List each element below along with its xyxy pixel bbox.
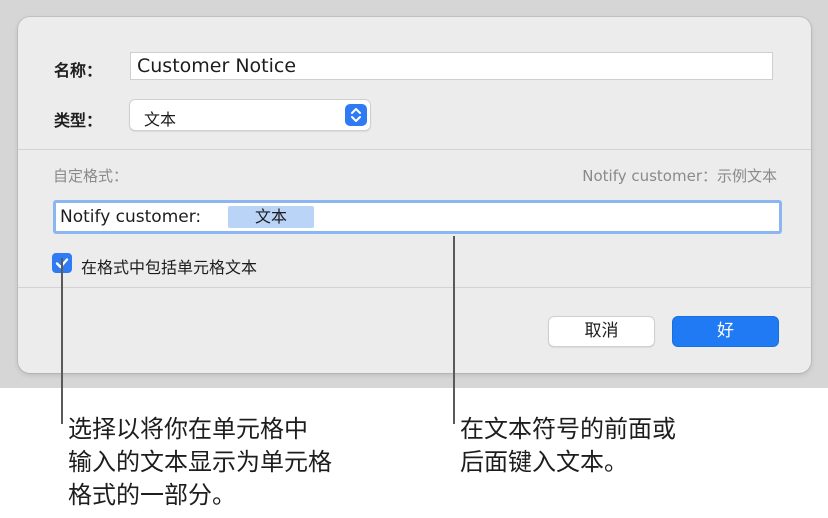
chevron-up-down-icon <box>345 104 367 126</box>
format-preview: Notify customer：示例文本 <box>582 167 777 185</box>
callout-format-line2: 后面键入文本。 <box>460 448 628 476</box>
format-prefix-text: Notify customer: <box>60 207 202 227</box>
footer-divider <box>18 287 811 288</box>
callout-checkbox-line1: 选择以将你在单元格中 <box>68 415 308 443</box>
callout-checkbox: 选择以将你在单元格中 输入的文本显示为单元格 格式的一部分。 <box>68 413 332 512</box>
callout-line-checkbox <box>61 258 63 424</box>
callout-checkbox-line2: 输入的文本显示为单元格 <box>68 448 332 476</box>
text-token[interactable]: 文本 <box>228 206 314 228</box>
type-select[interactable]: 文本 <box>129 99 371 131</box>
custom-format-field[interactable]: Notify customer: 文本 <box>53 200 782 234</box>
callout-format-line1: 在文本符号的前面或 <box>460 415 676 443</box>
cancel-button[interactable]: 取消 <box>548 316 655 347</box>
type-label: 类型： <box>54 111 103 130</box>
custom-format-label: 自定格式： <box>53 167 129 185</box>
section-divider <box>18 149 811 150</box>
name-input[interactable]: Customer Notice <box>130 52 773 80</box>
custom-format-dialog: 名称： Customer Notice 类型： 文本 自定格式： Notify … <box>18 17 811 373</box>
include-cell-text-label: 在格式中包括单元格文本 <box>81 258 258 277</box>
callout-checkbox-line3: 格式的一部分。 <box>68 481 236 509</box>
type-select-value: 文本 <box>144 110 177 129</box>
callout-format-field: 在文本符号的前面或 后面键入文本。 <box>460 413 676 479</box>
ok-button[interactable]: 好 <box>672 316 779 347</box>
name-label: 名称： <box>54 61 103 80</box>
callout-line-format-field <box>453 236 455 424</box>
